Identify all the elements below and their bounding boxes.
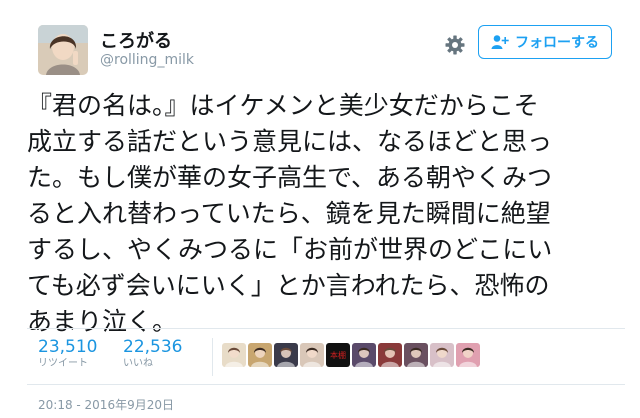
avatar-image <box>38 25 88 75</box>
tweet-card: ころがる @rolling_milk フォローする 『君の名は。』はイケメンと美… <box>0 0 640 418</box>
liker-avatar-8[interactable] <box>404 343 428 367</box>
liker-avatar-text: 本棚 <box>330 350 346 360</box>
stats-vertical-divider <box>212 338 213 376</box>
like-count[interactable]: 22,536 いいね <box>123 337 182 371</box>
display-name[interactable]: ころがる <box>100 27 172 53</box>
tweet-text-line: 成立する話だという意見には、なるほどと思っ <box>27 127 553 156</box>
gear-icon[interactable] <box>444 34 466 56</box>
tweet-text-line: あまり泣く。 <box>27 307 178 336</box>
user-handle[interactable]: @rolling_milk <box>100 52 194 68</box>
tweet-timestamp[interactable]: 20:18 - 2016年9月20日 <box>38 396 174 413</box>
follow-button-label: フォローする <box>515 35 599 51</box>
tweet-text: 『君の名は。』はイケメンと美少女だからこそ 成立する話だという意見には、なるほど… <box>27 88 627 340</box>
liker-avatar-6[interactable] <box>352 343 376 367</box>
liker-avatar-2[interactable] <box>248 343 272 367</box>
tweet-text-line: 『君の名は。』はイケメンと美少女だからこそ <box>27 91 539 120</box>
retweet-count-label: リツイート <box>38 358 88 369</box>
liker-avatars: 本棚 <box>222 343 480 367</box>
avatar[interactable] <box>38 25 88 75</box>
liker-avatar-7[interactable] <box>378 343 402 367</box>
tweet-text-line: た。もし僕が華の女子高生で、ある朝やくみつ <box>27 163 553 192</box>
follow-button[interactable]: フォローする <box>478 25 612 59</box>
liker-avatar-1[interactable] <box>222 343 246 367</box>
tweet-text-line: するし、やくみつるに「お前が世界のどこにい <box>27 235 553 264</box>
user-plus-icon <box>491 34 509 50</box>
stats-divider-top <box>27 328 625 329</box>
stats-divider-bottom <box>27 384 625 385</box>
tweet-text-line: ると入れ替わっていたら、鏡を見た瞬間に絶望 <box>27 199 551 228</box>
liker-avatar-5[interactable]: 本棚 <box>326 343 350 367</box>
liker-avatar-10[interactable] <box>456 343 480 367</box>
tweet-text-line: ても必ず会いにいく」とか言われたら、恐怖の <box>27 271 550 300</box>
like-count-label: いいね <box>123 358 153 369</box>
liker-avatar-4[interactable] <box>300 343 324 367</box>
liker-avatar-9[interactable] <box>430 343 454 367</box>
retweet-count-value: 23,510 <box>38 337 98 357</box>
retweet-count[interactable]: 23,510 リツイート <box>38 337 97 371</box>
liker-avatar-3[interactable] <box>274 343 298 367</box>
like-count-value: 22,536 <box>123 337 183 357</box>
